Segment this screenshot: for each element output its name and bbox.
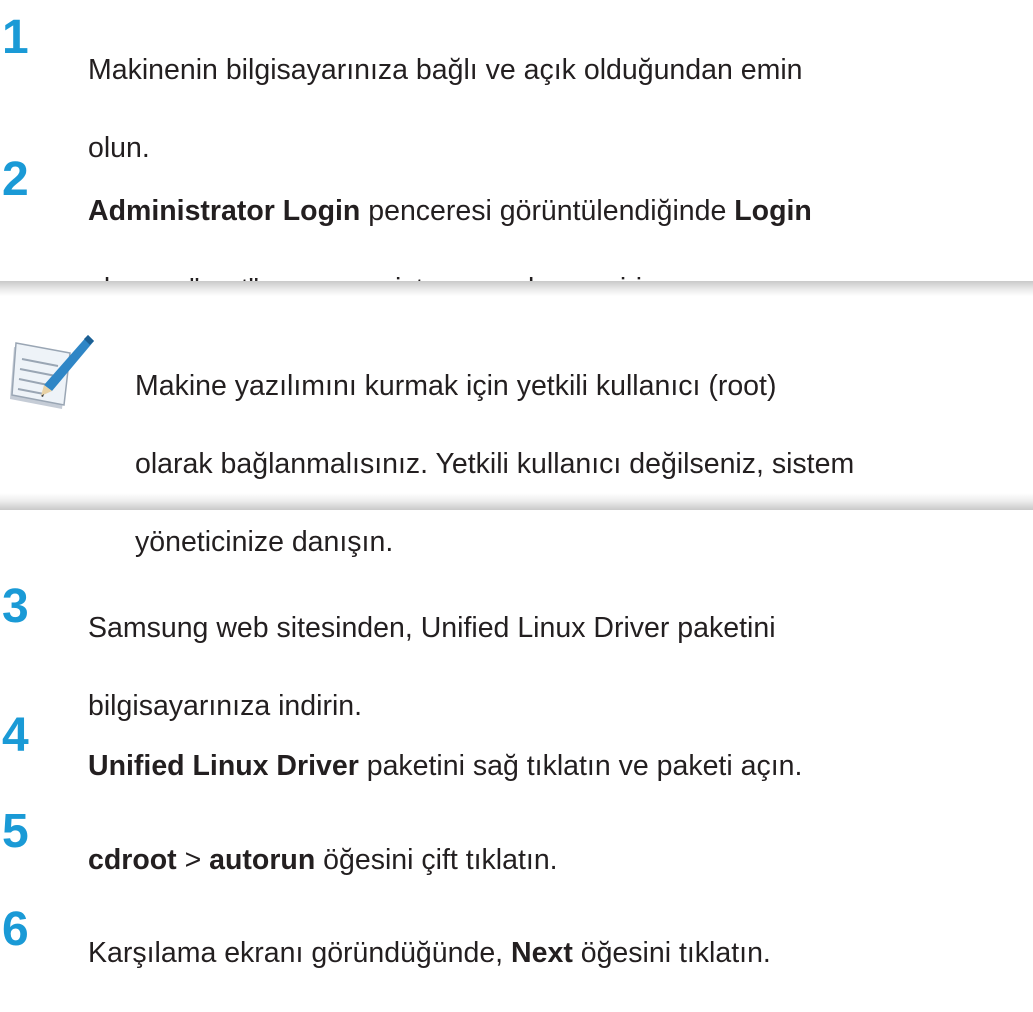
step-text-line: Samsung web sitesinden, Unified Linux Dr… xyxy=(88,612,776,644)
note-text-line: olarak bağlanmalısınız. Yetkili kullanıc… xyxy=(135,448,855,480)
ui-term: cdroot xyxy=(88,844,177,876)
step-text-fragment: öğesini çift tıklatın. xyxy=(315,844,558,876)
note-pencil-icon xyxy=(10,335,94,409)
step-number: 6 xyxy=(2,903,29,956)
step-text-fragment: öğesini tıklatın. xyxy=(572,937,771,969)
step-text-fragment: Karşılama ekranı göründüğünde, xyxy=(88,937,512,969)
ui-term: Login xyxy=(734,195,812,227)
step-number: 4 xyxy=(2,709,29,762)
step-text-fragment: penceresi görüntülendiğinde xyxy=(360,195,735,227)
ui-term: Next xyxy=(511,937,573,969)
step-text-line: cdroot > autorun öğesini çift tıklatın. xyxy=(88,841,1033,880)
step-text-line: Makinenin bilgisayarınıza bağlı ve açık … xyxy=(88,54,803,86)
step-text-line: Unified Linux Driver paketini sağ tıklat… xyxy=(88,747,1033,786)
step-number: 3 xyxy=(2,580,29,633)
step-text-line: Administrator Login penceresi görüntülen… xyxy=(88,192,1033,231)
step-number: 5 xyxy=(2,805,29,858)
step-number: 1 xyxy=(2,11,29,64)
note-box: Makine yazılımını kurmak için yetkili ku… xyxy=(0,281,1033,558)
note-text-line: Makine yazılımını kurmak için yetkili ku… xyxy=(135,370,777,402)
step-text-line: Karşılama ekranı göründüğünde, Next öğes… xyxy=(88,934,1033,973)
ui-term: Unified Linux Driver xyxy=(88,750,359,782)
note-text: Makine yazılımını kurmak için yetkili ku… xyxy=(135,328,1033,601)
step-text: Karşılama ekranı göründüğünde, Next öğes… xyxy=(88,895,1033,1012)
note-text-line: yöneticinize danışın. xyxy=(135,526,394,558)
ui-term: Administrator Login xyxy=(88,195,361,227)
step-text-fragment: > xyxy=(176,844,210,876)
ui-term: autorun xyxy=(209,844,316,876)
step-text-fragment: paketini sağ tıklatın ve paketi açın. xyxy=(358,750,803,782)
step-number: 2 xyxy=(2,153,29,206)
